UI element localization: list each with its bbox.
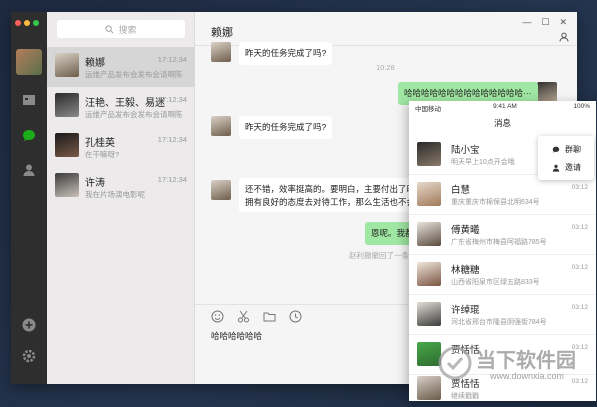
watermark-url: www.downxia.com [490,371,565,381]
contact-time: 03:12 [571,184,588,191]
settings-icon[interactable] [21,348,37,364]
maximize-button[interactable]: ☐ [541,17,549,28]
list-item[interactable]: 汪艳、王毅、易迷 17:12:34 运维产品发布会发布会请啊陈 [47,87,195,127]
menu-item-label: 群聊 [565,145,581,154]
status-bar: 中国移动 9:41 AM 100% [409,103,596,113]
contact-name: 汪艳、王毅、易迷 [85,98,165,109]
avatar [417,302,441,326]
contact-name: 白慧 [451,185,471,196]
scissors-icon[interactable] [237,310,250,323]
avatar [417,262,441,286]
avatar [55,173,79,197]
contact-time: 17:12:34 [157,95,187,104]
system-notice: 赵利撤撤回了一条 [349,251,409,260]
avatar [55,93,79,117]
profile-icon[interactable] [559,32,569,42]
status-time: 9:41 AM [493,103,517,110]
close-dot[interactable] [15,20,21,26]
contact-preview: 运维产品发布会发布会请啊陈 [85,70,183,79]
battery-label: 100% [573,103,590,110]
contact-name: 许涛 [85,178,105,189]
contact-name: 林糖糖 [451,265,480,276]
contact-time: 03:12 [571,264,588,271]
avatar [537,82,557,102]
contact-time: 17:12:34 [157,135,187,144]
add-icon[interactable] [21,317,37,333]
contact-preview: 山西省阳泉市区绿五路833号 [451,279,540,286]
avatar [417,142,441,166]
contact-name: 傅黄曦 [451,225,480,236]
window-traffic-lights [15,20,39,26]
message-input[interactable]: 哈哈哈哈哈哈 [211,330,262,342]
minimize-button[interactable]: — [522,17,531,28]
page-title: 赖娜 [211,27,233,39]
search-placeholder: 搜索 [118,24,137,35]
search-icon [105,24,114,33]
minimize-dot[interactable] [24,20,30,26]
list-item[interactable]: 赖娜 17:12:34 运维产品发布会发布会请啊陈 [47,47,195,87]
conversation-list: 搜索 赖娜 17:12:34 运维产品发布会发布会请啊陈 汪艳、王毅、易迷 17… [47,12,195,384]
chat-bubble-icon [552,146,560,153]
emoji-icon[interactable] [211,310,224,323]
avatar[interactable] [16,49,42,75]
list-item[interactable]: 孔桂英 17:12:34 在干嘛呀? [47,127,195,167]
carrier-label: 中国移动 [415,106,441,113]
avatar [211,42,231,62]
sidebar [11,12,47,384]
contact-preview: 重庆重庆市棉保县北明634号 [451,199,540,206]
contact-time: 17:12:34 [157,55,187,64]
input-toolbar [211,310,302,323]
avatar [55,53,79,77]
list-item[interactable]: 许涛 17:12:34 我在片场演电影呢 [47,167,195,207]
contacts-icon[interactable] [21,162,37,178]
chat-icon[interactable] [21,128,37,144]
menu-item-group-chat[interactable]: 群聊 [552,144,581,155]
contact-time: 03:12 [571,304,588,311]
contact-preview: 广东省梅州市梅县阿福路785号 [451,239,547,246]
calendar-icon[interactable] [21,92,37,108]
message-line: 还不错，效率挺高的。要明白，主要付出了时 [245,184,416,194]
close-button[interactable]: ✕ [559,17,567,28]
contact-name: 陆小宝 [451,145,480,156]
contact-name: 许绰琨 [451,305,480,316]
contact-time: 03:12 [571,224,588,231]
history-icon[interactable] [289,310,302,323]
context-menu: 群聊 邀请 [538,136,594,180]
search-input[interactable]: 搜索 [57,20,185,38]
window-controls: — ☐ ✕ [522,17,567,28]
phone-title: 消息 [493,118,511,128]
contact-preview: 明天早上10点开会哦 [451,159,515,166]
message-bubble: 昨天的任务完成了吗? [239,116,333,139]
avatar [55,133,79,157]
zoom-dot[interactable] [33,20,39,26]
message-bubble: 还不错，效率挺高的。要明白，主要付出了时 拥有良好的态度去对待工作，那么生活也不… [239,178,431,212]
chat-header: 赖娜 — ☐ ✕ [195,12,577,46]
menu-item-invite[interactable]: 邀请 [552,162,581,173]
contact-preview: 河北省邢台市隆县阴强街784号 [451,319,547,326]
contact-preview: 在干嘛呀? [85,150,120,159]
avatar [211,116,231,136]
list-item[interactable]: 傅黄曦 03:12 广东省梅州市梅县阿福路785号 [409,215,596,255]
contact-preview: 运维产品发布会发布会请啊陈 [85,110,183,119]
folder-icon[interactable] [263,310,276,323]
person-icon [552,164,560,172]
watermark-text: 当下软件园 [476,350,576,372]
contact-time: 17:12:34 [157,175,187,184]
watermark: 当下软件园 www.downxia.com [430,340,590,400]
contact-name: 赖娜 [85,58,105,69]
list-item[interactable]: 许绰琨 03:12 河北省邢台市隆县阴强街784号 [409,295,596,335]
message-time: 10:28 [376,63,395,72]
watermark-logo-icon [438,346,472,380]
message-bubble: 昨天的任务完成了吗? [239,42,333,65]
menu-item-label: 邀请 [565,163,581,172]
message-line: 拥有良好的态度去对待工作，那么生活也不会 [245,197,416,207]
avatar [417,222,441,246]
avatar [211,180,231,200]
list-item[interactable]: 林糖糖 03:12 山西省阳泉市区绿五路833号 [409,255,596,295]
list-item[interactable]: 白慧 03:12 重庆重庆市棉保县北明634号 [409,175,596,215]
avatar [417,182,441,206]
contact-name: 孔桂英 [85,138,115,149]
contact-preview: 我在片场演电影呢 [85,190,145,199]
